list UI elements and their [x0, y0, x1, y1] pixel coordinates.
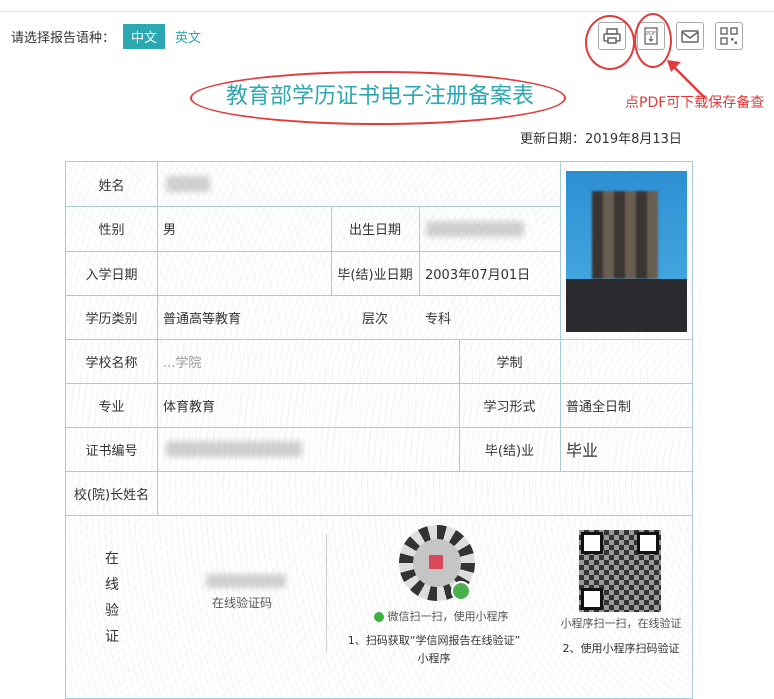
school-value-partial: ...学院	[163, 355, 202, 371]
gender-label: 性别	[98, 223, 125, 238]
birth-date-redacted	[426, 221, 524, 237]
qrcode-button[interactable]	[715, 22, 743, 50]
qr-finder	[581, 588, 603, 610]
name-label: 姓名	[98, 178, 125, 194]
grad-date-value: 2003年07月01日	[425, 267, 531, 283]
wechat-scan-hint: 微信扫一扫，使用小程序	[366, 608, 516, 624]
verify-char: 验	[105, 603, 119, 619]
wechat-badge-icon	[451, 581, 471, 601]
wechat-icon	[373, 612, 384, 622]
enroll-date-label: 入学日期	[85, 267, 138, 283]
page-title: 教育部学历证书电子注册备案表	[225, 84, 534, 109]
verification-code-redacted	[206, 574, 286, 588]
online-verification-vertical-label: 在 线 验 证	[102, 546, 122, 650]
language-chinese-button[interactable]: 中文	[123, 24, 166, 49]
mail-icon	[681, 30, 699, 43]
grad-date-label: 毕(结)业日期	[337, 267, 413, 283]
certificate-number-redacted	[166, 441, 302, 457]
major-label: 专业	[98, 399, 125, 415]
language-english-link[interactable]: 英文	[175, 27, 201, 46]
language-label: 请选择报告语种：	[11, 31, 116, 46]
verification-divider	[326, 534, 327, 652]
pdf-annotation-note: 点PDF可下载保存备查	[625, 95, 765, 111]
level-label: 层次	[361, 311, 388, 327]
qr-finder	[581, 532, 603, 554]
student-photo	[566, 171, 687, 332]
study-mode-value: 普通全日制	[566, 399, 632, 415]
school-label: 学校名称	[85, 355, 138, 371]
graduation-status-label: 毕(结)业	[484, 443, 535, 459]
miniprogram-qrcode	[399, 525, 475, 601]
updated-date: 更新日期：2019年8月13日	[520, 132, 682, 147]
row-divider	[66, 471, 692, 472]
step-two-instruction: 2、使用小程序扫码验证	[562, 642, 680, 655]
program-length-label: 学制	[496, 355, 523, 371]
step-one-text: 1、扫码获取“学信网报告在线验证”	[347, 634, 521, 647]
name-value-redacted	[166, 176, 210, 192]
gender-value: 男	[163, 223, 177, 238]
major-value: 体育教育	[163, 399, 216, 415]
birth-date-label: 出生日期	[348, 223, 401, 238]
step-one-instruction: 1、扫码获取“学信网报告在线验证” 小程序	[334, 632, 534, 668]
top-divider	[0, 11, 774, 12]
president-name-label: 校(院)长姓名	[73, 487, 150, 503]
verification-qrcode	[579, 530, 661, 612]
verify-char: 证	[105, 629, 119, 645]
email-button[interactable]	[676, 22, 704, 50]
qrcode-logo	[429, 555, 443, 569]
registration-form: 姓名 性别 男 出生日期 入学日期 毕(结)业日期 2003年07月01日 学历…	[65, 161, 693, 699]
graduation-status-value: 毕业	[566, 441, 599, 460]
wechat-scan-text: 微信扫一扫，使用小程序	[387, 610, 509, 623]
qrcode-icon	[720, 27, 738, 45]
row-divider	[66, 515, 692, 516]
study-mode-label: 学习形式	[483, 399, 536, 415]
language-selector: 请选择报告语种： 中文 英文	[11, 24, 201, 49]
miniprogram-scan-hint: 小程序扫一扫，在线验证	[560, 617, 682, 630]
verification-code-label: 在线验证码	[211, 596, 272, 610]
highlight-circle-print	[585, 15, 635, 70]
photo-face-pixelated	[592, 191, 658, 279]
photo-shoulders	[566, 279, 687, 332]
level-value: 专科	[425, 311, 452, 327]
degree-type-label: 学历类别	[85, 311, 138, 327]
degree-type-value: 普通高等教育	[163, 311, 242, 327]
qr-finder	[637, 532, 659, 554]
verify-char: 在	[105, 551, 119, 567]
verify-char: 线	[105, 577, 119, 593]
step-one-text-cont: 小程序	[417, 652, 451, 665]
certificate-number-label: 证书编号	[85, 443, 138, 459]
